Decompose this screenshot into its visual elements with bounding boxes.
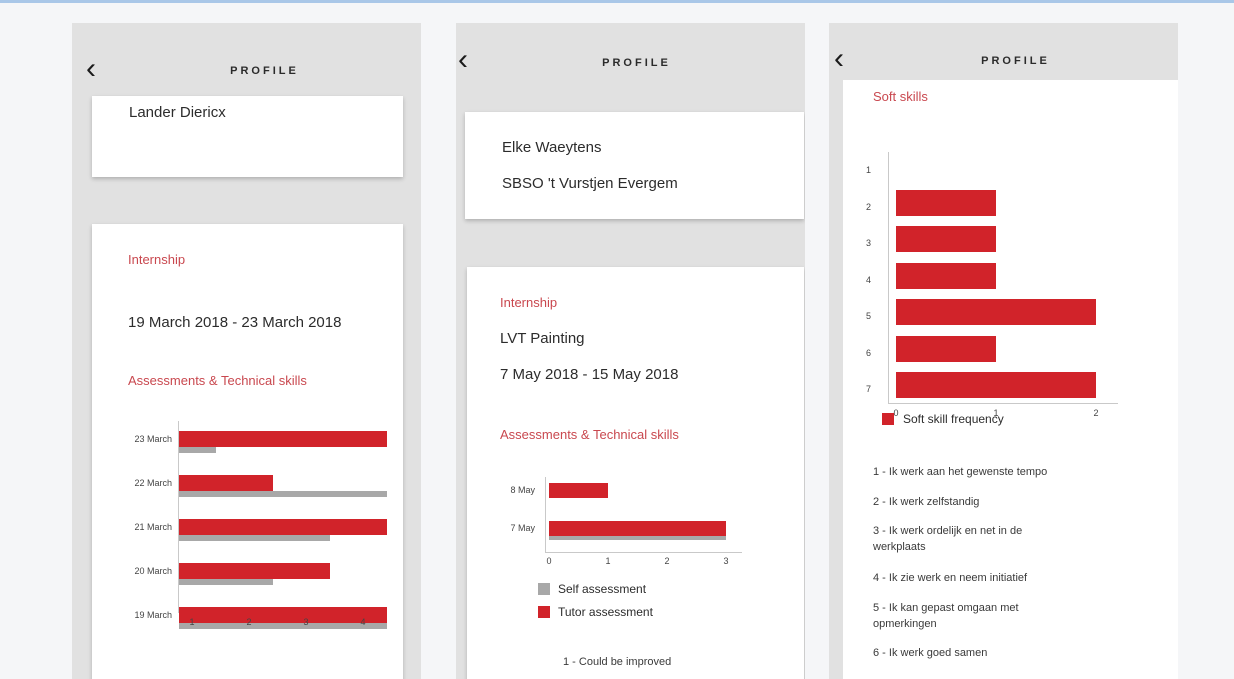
category-label: 4 — [865, 274, 871, 285]
internship-period: 7 May 2018 - 15 May 2018 — [500, 366, 679, 383]
internship-card: Internship LVT Painting 7 May 2018 - 15 … — [467, 267, 804, 679]
profile-screen-3: ‹ PROFILE Soft skills 1234567012 Soft sk… — [829, 23, 1178, 679]
soft-skills-card: Soft skills 1234567012 Soft skill freque… — [843, 80, 1178, 679]
tutor-bar — [179, 519, 387, 535]
soft-skill-note-2: 2 - Ik werk zelfstandig — [873, 496, 980, 508]
category-label: 3 — [865, 238, 871, 248]
legend-soft-skill-frequency: Soft skill frequency — [903, 412, 1004, 426]
soft-skill-note-4: 4 - Ik zie werk en neem initiatief — [873, 572, 1028, 584]
y-axis — [545, 477, 546, 552]
frequency-bar — [896, 226, 996, 252]
category-label: 22 March — [134, 478, 172, 488]
category-label: 7 — [865, 384, 871, 394]
x-tick-label: 3 — [723, 556, 729, 566]
x-tick-label: 0 — [546, 556, 552, 566]
soft-skill-note-1: 1 - Ik werk aan het gewenste tempo — [873, 466, 1048, 478]
x-axis — [545, 552, 742, 553]
tutor-bar — [179, 475, 273, 491]
frequency-bar — [896, 262, 996, 289]
profile-screen-2: ‹ PROFILE Elke Waeytens SBSO 't Vurstjen… — [456, 23, 805, 679]
student-name: Lander Diericx — [129, 104, 226, 121]
y-axis — [888, 152, 889, 403]
internship-heading: Internship — [500, 295, 558, 310]
tutor-bar — [179, 431, 387, 447]
profile-screen-1: ‹ PROFILE Lander Diericx Internship 19 M… — [72, 23, 421, 679]
tutor-bar — [549, 483, 608, 498]
assessments-heading: Assessments & Technical skills — [128, 373, 307, 388]
page-title: PROFILE — [602, 57, 671, 69]
category-label: 23 March — [134, 434, 172, 444]
x-axis — [888, 403, 1118, 404]
legend-swatch-self — [538, 583, 550, 595]
school-name: SBSO 't Vurstjen Evergem — [502, 175, 678, 192]
internship-card: Internship 19 March 2018 - 23 March 2018… — [92, 224, 403, 679]
category-label: 20 March — [134, 566, 172, 576]
category-label: 6 — [865, 347, 871, 358]
x-tick-label: 1 — [605, 556, 611, 566]
internship-company: LVT Painting — [500, 330, 585, 347]
self-bar — [179, 535, 330, 541]
self-bar — [549, 536, 726, 540]
name-card: Elke Waeytens SBSO 't Vurstjen Evergem — [465, 112, 804, 219]
category-label: 19 March — [134, 610, 172, 620]
category-label: 1 — [865, 165, 871, 175]
x-tick-label: 1 — [189, 617, 195, 627]
self-bar — [179, 447, 216, 453]
category-label: 21 March — [134, 522, 172, 532]
category-label: 5 — [865, 311, 871, 321]
internship-heading: Internship — [128, 252, 186, 267]
legend-self-assessment: Self assessment — [558, 582, 647, 596]
name-card: Lander Diericx — [92, 96, 403, 177]
self-bar — [179, 491, 387, 497]
legend-swatch-tutor — [538, 606, 550, 618]
category-label: 2 — [865, 201, 871, 212]
student-name: Elke Waeytens — [502, 139, 602, 156]
soft-skill-note-3: 3 - Ik werk ordelijk en net in de werkpl… — [873, 525, 1023, 553]
self-bar — [179, 579, 273, 585]
frequency-bar — [896, 299, 1096, 325]
assessments-heading: Assessments & Technical skills — [500, 427, 679, 442]
legend-swatch-frequency — [882, 413, 894, 425]
category-label: 8 May — [510, 485, 535, 495]
tutor-bar — [179, 563, 330, 579]
x-tick-label: 2 — [664, 556, 670, 566]
x-tick-label: 4 — [360, 617, 366, 627]
frequency-bar — [896, 189, 996, 216]
category-label: 7 May — [510, 523, 535, 533]
scale-note: 1 - Could be improved — [563, 656, 672, 668]
x-tick-label: 3 — [303, 617, 309, 627]
page-title: PROFILE — [230, 65, 299, 77]
soft-skills-heading: Soft skills — [873, 89, 928, 104]
internship-period: 19 March 2018 - 23 March 2018 — [128, 314, 342, 331]
tutor-bar — [549, 521, 726, 536]
x-tick-label: 2 — [246, 617, 252, 627]
frequency-bar — [896, 335, 996, 362]
page-title: PROFILE — [981, 55, 1050, 67]
legend-tutor-assessment: Tutor assessment — [558, 605, 653, 619]
top-border — [0, 0, 1234, 3]
x-tick-label: 2 — [1093, 408, 1099, 418]
soft-skill-note-6: 6 - Ik werk goed samen — [873, 647, 988, 659]
frequency-bar — [896, 372, 1096, 398]
soft-skill-note-5: 5 - Ik kan gepast omgaan met opmerkingen — [873, 602, 1019, 630]
